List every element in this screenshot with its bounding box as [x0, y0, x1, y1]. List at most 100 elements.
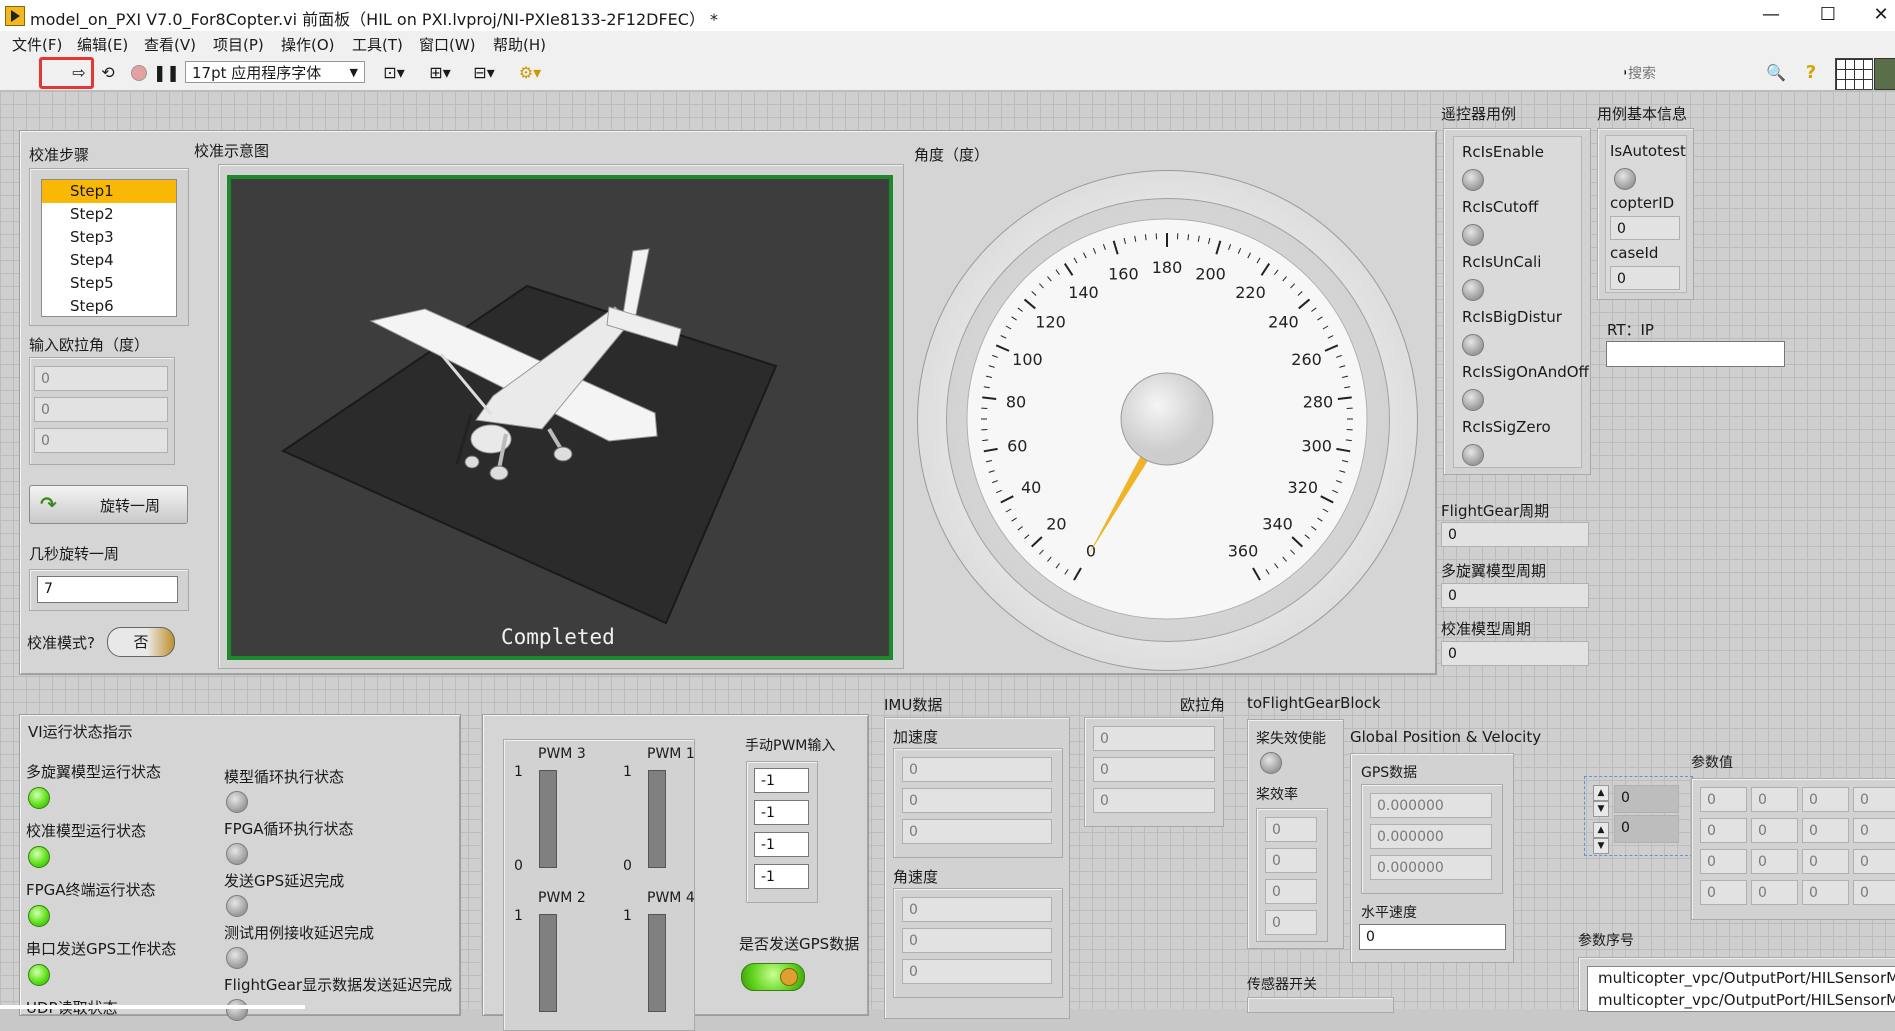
wheel-icon [490, 466, 508, 480]
font-select-value: 17pt 应用程序字体 [192, 64, 321, 82]
manual-pwm-input[interactable]: -1 [754, 800, 809, 825]
scene-status-text: Completed [501, 625, 615, 649]
param-index-steppers: ▲ ▼ ▲ ▼ [1593, 785, 1609, 847]
param-grid-cell[interactable]: 0 [1853, 787, 1895, 812]
param-grid-cell[interactable]: 0 [1802, 818, 1849, 843]
font-select[interactable]: 17pt 应用程序字体▼ [185, 61, 365, 83]
is-autotest-led[interactable] [1614, 168, 1636, 190]
param-col-index[interactable]: 0 [1614, 815, 1679, 843]
prop-fail-led[interactable] [1260, 752, 1282, 774]
menu-operate[interactable]: 操作(O) [281, 34, 335, 55]
minimize-button[interactable]: — [1748, 2, 1794, 28]
list-item[interactable]: Step3 [42, 226, 176, 249]
run-continuously-icon[interactable]: ⟲ [97, 63, 119, 83]
gyro-z-value: 0 [902, 959, 1052, 984]
increment-icon[interactable]: ▲ [1593, 822, 1609, 838]
param-grid-cell[interactable]: 0 [1853, 880, 1895, 905]
list-item[interactable]: multicopter_vpc/OutputPort/HILSensorM [1588, 967, 1895, 989]
pwm1-bar [648, 770, 666, 868]
gps-delay-led [226, 895, 248, 917]
align-objects-icon[interactable]: ⊡▾ [378, 63, 410, 83]
search-input[interactable] [1626, 62, 1766, 86]
pause-icon[interactable]: ❚❚ [153, 63, 175, 83]
param-grid-cell[interactable]: 0 [1751, 787, 1798, 812]
list-item[interactable]: Step2 [42, 203, 176, 226]
rc-is-sig-onoff-label: RcIsSigOnAndOff [1462, 363, 1589, 381]
rc-is-sig-zero-led[interactable] [1462, 444, 1484, 466]
param-row-index[interactable]: 0 [1614, 785, 1679, 813]
param-grid-cell[interactable]: 0 [1751, 849, 1798, 874]
secs-per-rotation-input[interactable]: 7 [37, 576, 178, 603]
horizontal-speed-input[interactable]: 0 [1359, 924, 1506, 950]
acc-cluster: 0 0 0 [893, 748, 1063, 858]
gauge-tick-label: 140 [1068, 283, 1099, 302]
manual-pwm-input[interactable]: -1 [754, 864, 809, 889]
menu-tools[interactable]: 工具(T) [352, 34, 403, 55]
param-grid-cell[interactable]: 0 [1853, 818, 1895, 843]
euler-input-roll[interactable]: 0 [34, 366, 168, 391]
decrement-icon[interactable]: ▼ [1593, 838, 1609, 854]
list-item[interactable]: Step4 [42, 249, 176, 272]
secs-per-rotation-label: 几秒旋转一周 [29, 543, 119, 564]
list-item[interactable]: Step1 [42, 180, 176, 203]
airplane-scene-svg [231, 179, 889, 656]
rt-ip-input[interactable] [1606, 341, 1785, 367]
euler-input-pitch[interactable]: 0 [34, 397, 168, 422]
list-item[interactable]: Step6 [42, 295, 176, 318]
gauge-tick-label: 80 [1006, 392, 1026, 411]
connector-pane-icon[interactable] [1835, 58, 1873, 90]
menu-view[interactable]: 查看(V) [144, 34, 196, 55]
maximize-button[interactable]: ☐ [1805, 2, 1851, 28]
menu-project[interactable]: 项目(P) [213, 34, 264, 55]
rc-is-uncali-led[interactable] [1462, 279, 1484, 301]
param-grid-cell[interactable]: 0 [1853, 849, 1895, 874]
menu-bar: 文件(F) 编辑(E) 查看(V) 项目(P) 操作(O) 工具(T) 窗口(W… [0, 31, 1895, 56]
menu-edit[interactable]: 编辑(E) [77, 34, 128, 55]
euler-input-yaw[interactable]: 0 [34, 428, 168, 453]
search-icon[interactable]: 🔍 [1765, 63, 1787, 83]
param-seq-listbox[interactable]: multicopter_vpc/OutputPort/HILSensorM mu… [1587, 966, 1895, 1012]
3d-scene: Completed [227, 175, 893, 660]
send-gps-toggle[interactable] [741, 963, 805, 991]
menu-file[interactable]: 文件(F) [12, 34, 62, 55]
vi-icon[interactable] [1874, 58, 1895, 90]
param-grid-cell[interactable]: 0 [1700, 849, 1747, 874]
rc-is-big-distur-led[interactable] [1462, 334, 1484, 356]
rotate-once-button[interactable]: ↷ 旋转一周 [29, 485, 188, 524]
resize-objects-icon[interactable]: ⊟▾ [468, 63, 500, 83]
close-button[interactable]: ✕ [1858, 2, 1895, 28]
abort-icon[interactable] [128, 63, 150, 83]
param-grid-cell[interactable]: 0 [1802, 849, 1849, 874]
manual-pwm-input[interactable]: -1 [754, 768, 809, 793]
decrement-icon[interactable]: ▼ [1593, 801, 1609, 817]
distribute-objects-icon[interactable]: ⊞▾ [424, 63, 456, 83]
rc-is-cutoff-led[interactable] [1462, 224, 1484, 246]
wheel-icon [465, 456, 479, 468]
param-grid-cell[interactable]: 0 [1802, 787, 1849, 812]
menu-help[interactable]: 帮助(H) [493, 34, 546, 55]
param-grid-cell[interactable]: 0 [1700, 787, 1747, 812]
param-grid-cell[interactable]: 0 [1700, 818, 1747, 843]
rc-is-enable-led[interactable] [1462, 169, 1484, 191]
gauge-minor-tick [1346, 440, 1352, 441]
rc-is-sig-onoff-led[interactable] [1462, 389, 1484, 411]
param-grid-cell[interactable]: 0 [1802, 880, 1849, 905]
fpga-run-led [28, 905, 50, 927]
context-help-icon[interactable]: ? [1800, 63, 1822, 83]
list-item[interactable]: multicopter_vpc/OutputPort/HILSensorM [1588, 989, 1895, 1011]
send-gps-label: 是否发送GPS数据 [739, 933, 859, 954]
calib-mode-toggle[interactable]: 否 [107, 627, 175, 657]
menu-window[interactable]: 窗口(W) [419, 34, 476, 55]
sensor-switch-frame [1247, 997, 1394, 1013]
calib-model-period-label: 校准模型周期 [1441, 618, 1531, 639]
reorder-icon[interactable]: ⚙▾ [514, 63, 546, 83]
multicopter-run-led [28, 787, 50, 809]
list-item[interactable]: Step5 [42, 272, 176, 295]
steps-listbox[interactable]: Step1 Step2 Step3 Step4 Step5 Step6 [41, 179, 177, 317]
increment-icon[interactable]: ▲ [1593, 785, 1609, 801]
manual-pwm-input[interactable]: -1 [754, 832, 809, 857]
horizontal-speed-label: 水平速度 [1361, 902, 1417, 922]
param-grid-cell[interactable]: 0 [1751, 818, 1798, 843]
param-grid-cell[interactable]: 0 [1751, 880, 1798, 905]
param-grid-cell[interactable]: 0 [1700, 880, 1747, 905]
